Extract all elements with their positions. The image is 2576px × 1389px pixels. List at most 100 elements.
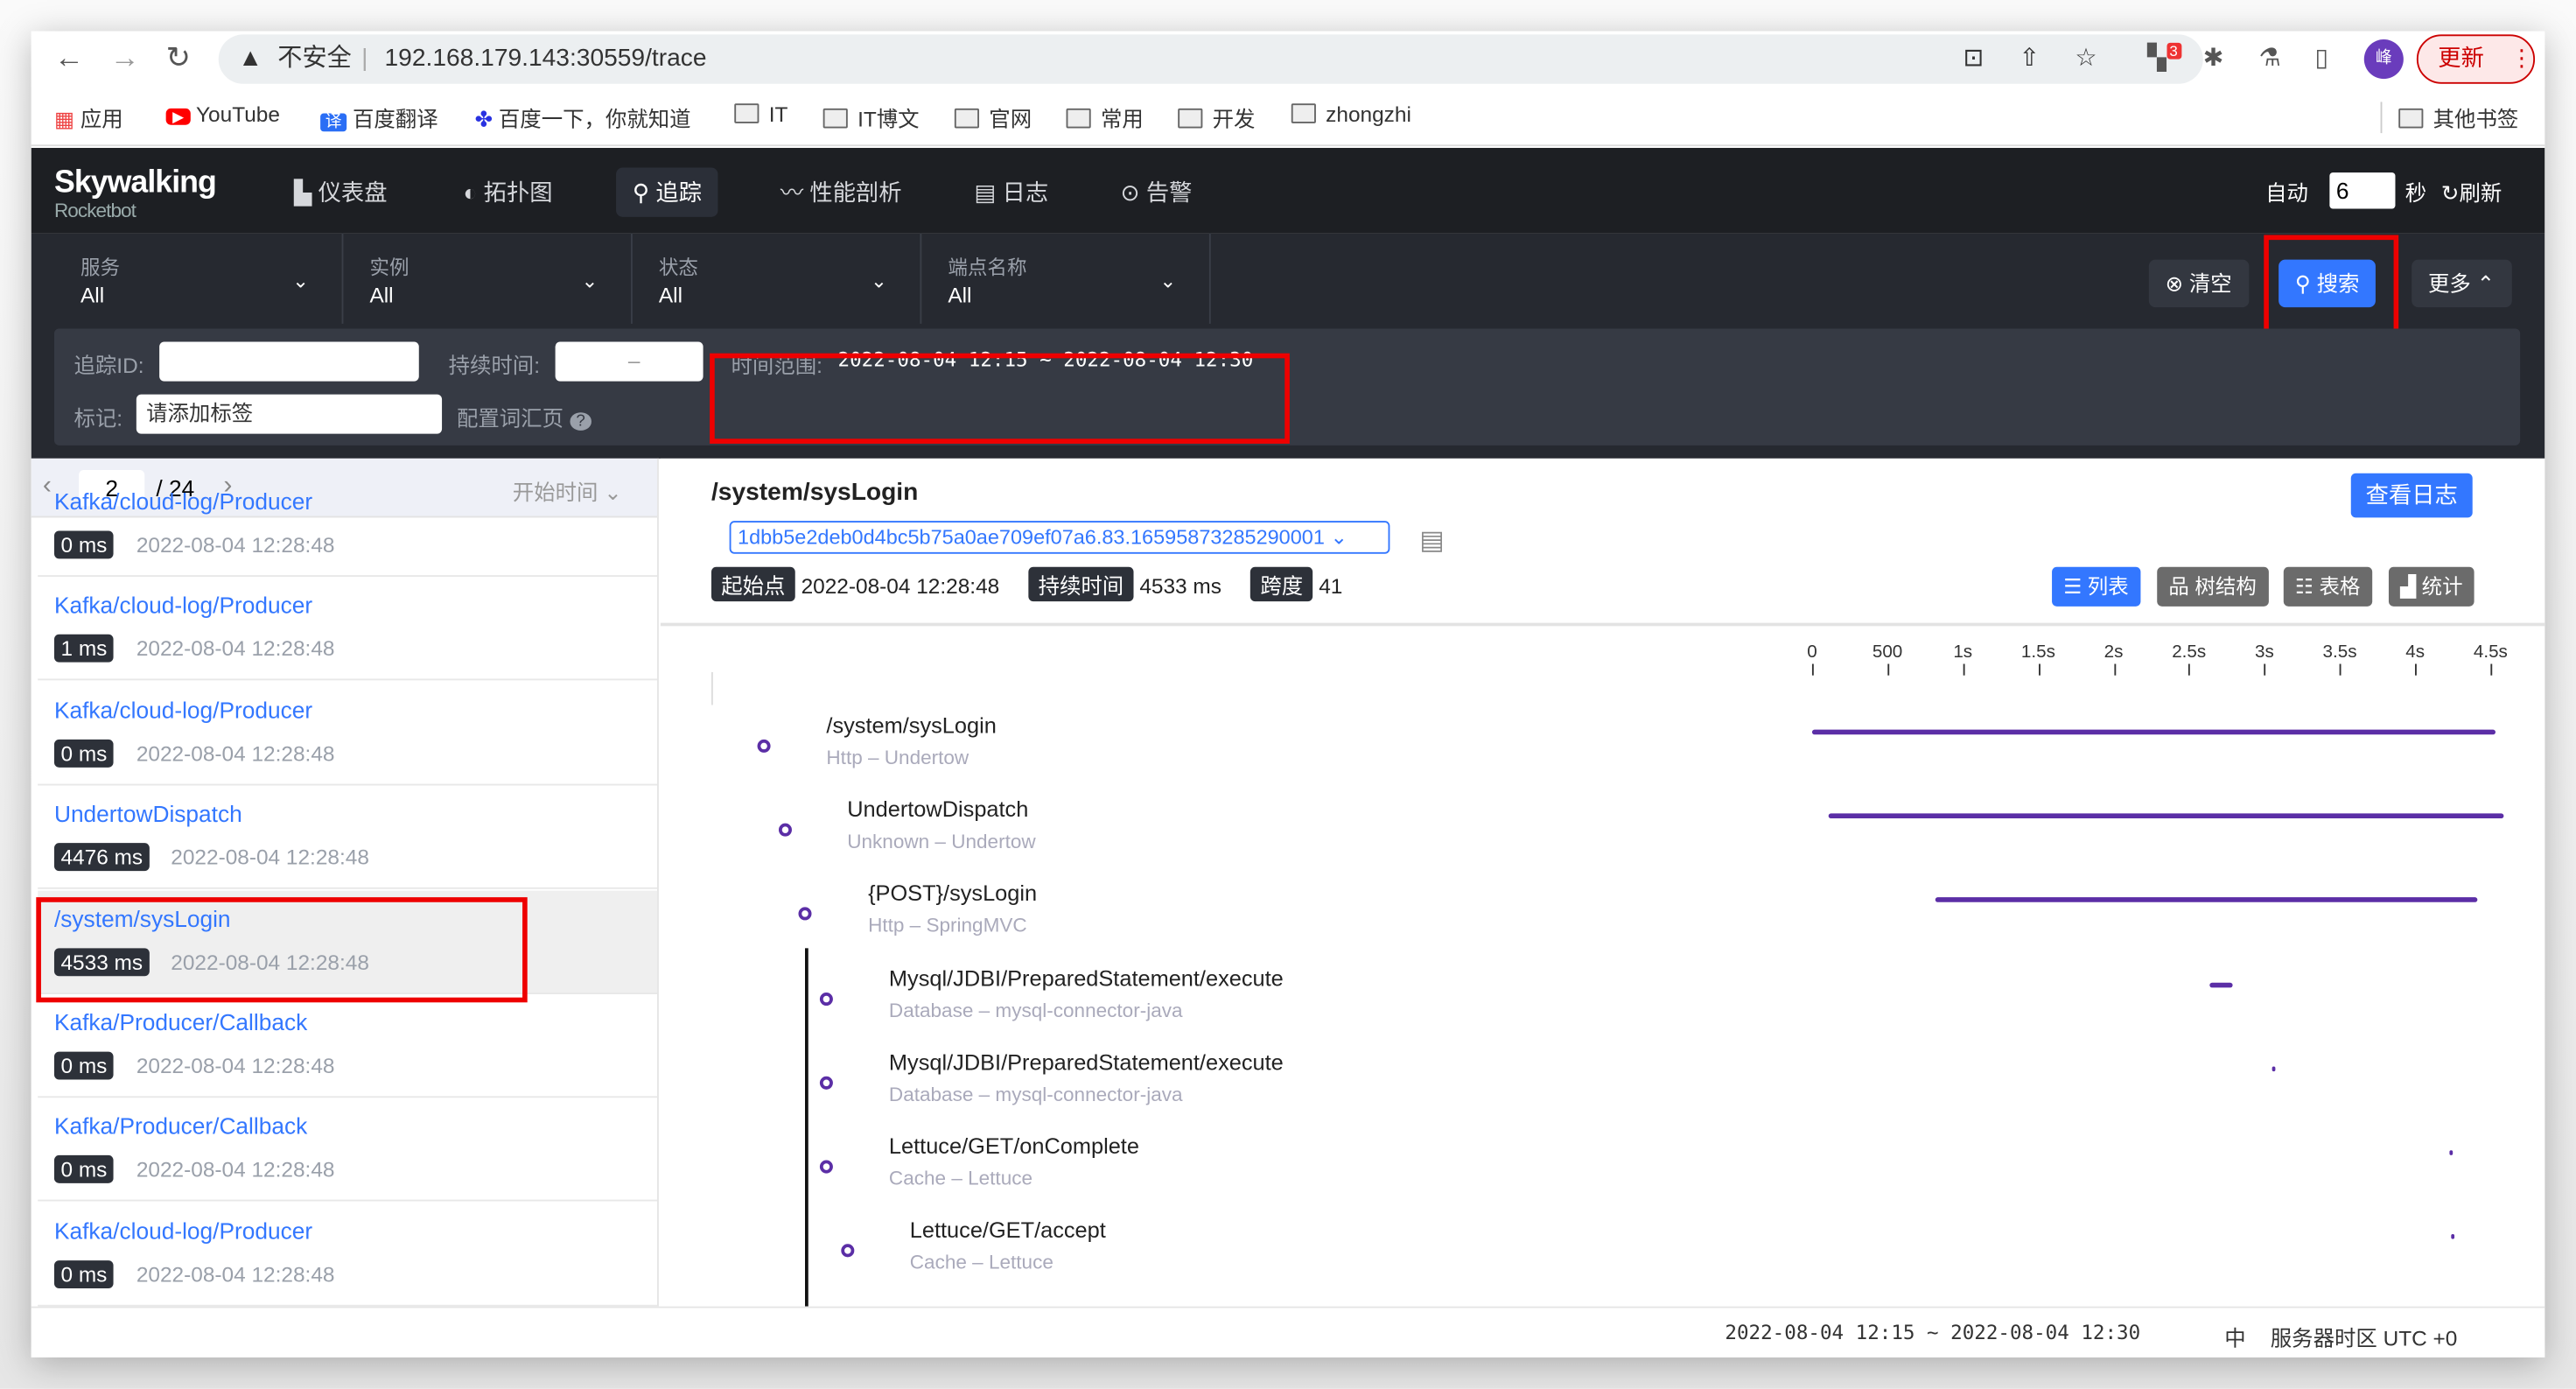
app-header: Skywalking Rocketbot ▙ 仪表盘 ◐ 拓扑图 ⚲ 追踪 〰 性… (31, 147, 2545, 234)
bookmark-common[interactable]: 常用 (1066, 102, 1144, 133)
share-icon[interactable]: ⇧ (2020, 34, 2040, 83)
bookmark-it-blog[interactable]: IT博文 (822, 102, 920, 133)
span-duration-bar[interactable] (2451, 1234, 2454, 1240)
span-duration-bar[interactable] (2272, 1066, 2276, 1071)
trace-endpoint[interactable]: Kafka/Producer/Callback (54, 1113, 307, 1140)
star-icon[interactable]: ☆ (2075, 34, 2096, 83)
span-duration-bar[interactable] (2209, 982, 2233, 987)
axis-tick-label: 3.5s (2322, 642, 2357, 663)
view-tree-button[interactable]: 品 树结构 (2157, 566, 2268, 607)
clear-button[interactable]: ⊗ 清空 (2148, 259, 2249, 308)
axis-tick-label: 2s (2104, 642, 2124, 663)
topology-icon: ◐ (463, 179, 478, 206)
service-select[interactable]: 服务 All ⌄ (60, 233, 344, 324)
bookmark-baidu[interactable]: ✤ 百度一下，你就知道 (475, 102, 691, 133)
trace-id-input[interactable] (159, 341, 419, 382)
more-button[interactable]: 更多 ⌃ (2412, 259, 2511, 308)
update-button[interactable]: 更新 ⋮ (2416, 34, 2536, 84)
security-label: 不安全 (277, 44, 352, 73)
warning-icon: ▲ (238, 44, 263, 73)
bookmark-zhongzhi[interactable]: zhongzhi (1291, 102, 1411, 127)
menu-logs[interactable]: ▤ 日志 (958, 168, 1065, 217)
trace-title: /system/sysLogin (710, 478, 919, 507)
span-name[interactable]: Lettuce/GET/accept (910, 1218, 1106, 1243)
trace-endpoint[interactable]: Kafka/cloud-log/Producer (54, 1217, 312, 1244)
instance-select[interactable]: 实例 All ⌄ (350, 233, 633, 324)
span-component: Http – SpringMVC (868, 914, 1027, 937)
bookmark-it[interactable]: IT (734, 102, 788, 127)
auto-interval-input[interactable]: 6 (2329, 172, 2396, 209)
address-bar[interactable]: ▲ 不安全 | 192.168.179.143:30559/trace ⊡ ⇧ ☆ (218, 34, 2203, 84)
axis-tick (2490, 663, 2493, 676)
footer-time-range[interactable]: 2022-08-04 12:15 ~ 2022-08-04 12:30 (1725, 1322, 2140, 1344)
refresh-button[interactable]: ↻刷新 (2441, 176, 2502, 207)
reload-icon[interactable]: ↻ (166, 41, 191, 75)
profile-avatar[interactable]: 峰 (2363, 39, 2404, 80)
trace-meta: 起始点 2022-08-04 12:28:48 持续时间 4533 ms 跨度 … (710, 566, 1342, 602)
trace-endpoint[interactable]: Kafka/cloud-log/Producer (54, 697, 312, 723)
axis-tick-label: 1s (1953, 642, 1973, 663)
trace-endpoint[interactable]: Kafka/cloud-log/Producer (54, 593, 312, 619)
duration-label: 持续时间: (448, 353, 541, 378)
sidepanel-icon[interactable]: ▯ (2314, 43, 2328, 73)
language-toggle[interactable]: 中 (2224, 1322, 2245, 1353)
trace-list-item[interactable]: UndertowDispatch 4476 ms 2022-08-04 12:2… (38, 786, 658, 890)
trace-list-item[interactable]: Kafka/cloud-log/Producer 1 ms 2022-08-04… (38, 578, 658, 682)
span-name[interactable]: Mysql/JDBI/PreparedStatement/execute (889, 965, 1284, 990)
trace-id-select[interactable]: 1dbb5e2deb0d4bc5b75a0ae709ef07a6.83.1659… (729, 521, 1390, 554)
bookmark-youtube[interactable]: ▶ YouTube (165, 102, 280, 127)
endpoint-select[interactable]: 端点名称 All ⌄ (928, 233, 1211, 324)
menu-trace[interactable]: ⚲ 追踪 (616, 167, 718, 217)
close-circle-icon: ⊗ (2165, 270, 2184, 296)
span-name[interactable]: Lettuce/GET/onComplete (889, 1134, 1139, 1159)
view-table-button[interactable]: ☷ 表格 (2283, 566, 2372, 607)
trace-endpoint[interactable]: UndertowDispatch (54, 801, 242, 827)
trace-endpoint[interactable]: Kafka/cloud-log/Producer (54, 488, 312, 515)
menu-dashboard[interactable]: ▙ 仪表盘 (277, 168, 403, 217)
view-logs-button[interactable]: 查看日志 (2350, 473, 2473, 518)
menu-topology[interactable]: ◐ 拓扑图 (447, 168, 570, 217)
axis-tick (1811, 663, 1814, 676)
trace-list-item[interactable]: Kafka/cloud-log/Producer 0 ms 2022-08-04… (38, 682, 658, 786)
view-stats-button[interactable]: ▟ 统计 (2388, 566, 2474, 607)
puzzle-icon[interactable]: ✱ (2203, 43, 2224, 73)
span-name[interactable]: {POST}/sysLogin (868, 881, 1037, 906)
trace-list-item[interactable]: Kafka/cloud-log/Producer 0 ms 2022-08-04… (38, 474, 658, 578)
trace-time: 2022-08-04 12:28:48 (136, 1261, 335, 1287)
trace-list-item[interactable]: Kafka/Producer/Callback 0 ms 2022-08-04 … (38, 1098, 658, 1203)
bookmark-baidu-translate[interactable]: 译 百度翻译 (320, 102, 438, 133)
status-select[interactable]: 状态 All ⌄ (639, 233, 922, 324)
span-duration-bar[interactable] (2449, 1150, 2454, 1155)
trace-list-item[interactable]: Kafka/cloud-log/Producer 0 ms 2022-08-04… (38, 1203, 658, 1307)
forward-icon[interactable]: → (110, 41, 140, 75)
trace-list-item[interactable]: Kafka/Producer/Callback 0 ms 2022-08-04 … (38, 994, 658, 1098)
labs-icon[interactable]: ⚗ (2259, 43, 2281, 73)
span-duration-bar[interactable] (1935, 897, 2479, 903)
menu-profiling[interactable]: 〰 性能剖析 (764, 168, 918, 217)
extension-icon[interactable]: ▚ 3 (2147, 42, 2181, 73)
url-text[interactable]: 192.168.179.143:30559/trace (385, 45, 707, 73)
duration-input[interactable]: – (555, 341, 704, 382)
span-name[interactable]: /system/sysLogin (826, 713, 996, 738)
bookmark-other[interactable]: 其他书签 (2380, 102, 2518, 134)
bookmark-dev[interactable]: 开发 (1178, 102, 1255, 133)
span-node-icon (799, 908, 813, 922)
duration-badge: 0 ms (53, 739, 114, 768)
skywalking-logo[interactable]: Skywalking Rocketbot (54, 166, 217, 222)
view-list-button[interactable]: ☰ 列表 (2052, 566, 2140, 607)
trace-endpoint[interactable]: Kafka/Producer/Callback (54, 1009, 307, 1035)
back-icon[interactable]: ← (54, 41, 84, 75)
translate-icon[interactable]: ⊡ (1964, 34, 1984, 83)
highlight-box (2264, 235, 2399, 336)
span-name[interactable]: UndertowDispatch (847, 797, 1028, 822)
menu-alarm[interactable]: ⊙ 告警 (1104, 168, 1208, 217)
span-duration-bar[interactable] (1811, 729, 2496, 735)
span-duration-bar[interactable] (1828, 813, 2504, 819)
vocab-link[interactable]: 配置词汇页 ? (457, 401, 592, 432)
tag-input[interactable]: 请添加标签 (136, 394, 443, 434)
bookmark-apps[interactable]: ▦ 应用 (54, 102, 123, 133)
copy-icon[interactable]: ▤ (1419, 524, 1444, 558)
trace-time: 2022-08-04 12:28:48 (136, 1157, 335, 1182)
bookmark-official[interactable]: 官网 (954, 102, 1032, 133)
span-name[interactable]: Mysql/JDBI/PreparedStatement/execute (889, 1049, 1284, 1074)
